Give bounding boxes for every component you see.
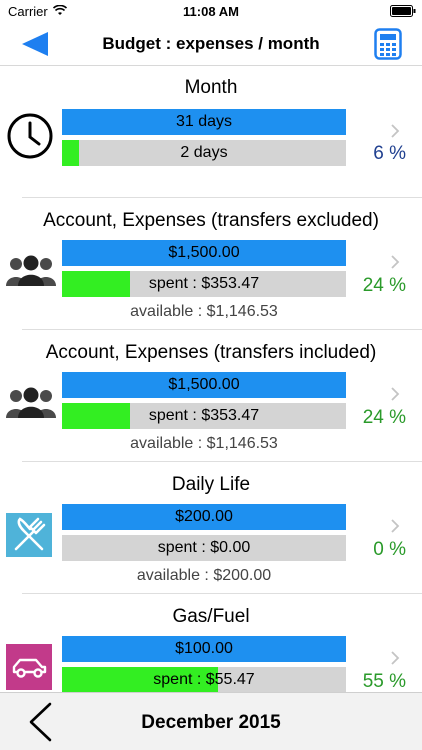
- percent-label: 55 %: [362, 671, 406, 692]
- chevron-right-icon: [391, 255, 400, 269]
- section-title: Month: [184, 77, 238, 98]
- clock-time: 11:08 AM: [183, 4, 239, 19]
- budget-row-daily-life[interactable]: Daily Life $200.00 spent : $0.00 availab…: [0, 462, 422, 594]
- section-title: Account, Expenses (transfers included): [45, 342, 377, 363]
- budget-row-month[interactable]: Month 31 days 2 days 6 %: [0, 67, 422, 198]
- spent-value: 2 days: [180, 144, 228, 161]
- status-bar: Carrier 11:08 AM: [0, 0, 422, 22]
- spent-value: spent : $0.00: [157, 539, 251, 556]
- chevron-right-icon: [391, 651, 400, 665]
- available-amount: available : $1,146.53: [130, 303, 278, 320]
- chevron-right-icon: [391, 124, 400, 138]
- budget-total-bar: $1,500.00: [62, 240, 346, 266]
- section-title: Gas/Fuel: [172, 606, 250, 627]
- section-title: Account, Expenses (transfers excluded): [43, 210, 379, 231]
- percent-label: 24 %: [362, 407, 406, 428]
- calculator-icon[interactable]: [374, 28, 402, 60]
- spent-progress-bar: spent : $0.00: [62, 535, 346, 561]
- spent-value: spent : $353.47: [148, 407, 260, 424]
- spent-progress-bar: 2 days: [62, 140, 346, 166]
- budget-total-bar: $200.00: [62, 504, 346, 530]
- budget-total-value: $1,500.00: [168, 376, 240, 393]
- spent-progress-bar: spent : $353.47: [62, 271, 346, 297]
- percent-label: 6 %: [373, 143, 406, 164]
- budget-total-value: 31 days: [175, 113, 233, 130]
- budget-row-expenses-included[interactable]: Account, Expenses (transfers included) $…: [0, 330, 422, 462]
- spent-value: spent : $55.47: [153, 671, 255, 688]
- budget-total-value: $1,500.00: [168, 244, 240, 261]
- current-month-label: December 2015: [141, 712, 281, 733]
- page-title: Budget : expenses / month: [102, 34, 320, 53]
- percent-label: 24 %: [362, 275, 406, 296]
- available-amount: available : $200.00: [136, 567, 272, 584]
- budget-row-gas-fuel[interactable]: Gas/Fuel $100.00 spent : $55.47 55 %: [0, 594, 422, 692]
- budget-total-bar: 31 days: [62, 109, 346, 135]
- budget-total-value: $200.00: [175, 508, 233, 525]
- budget-total-bar: $100.00: [62, 636, 346, 662]
- month-navigation-bar: December 2015: [0, 692, 422, 750]
- car-icon: [6, 644, 52, 690]
- chevron-right-icon: [391, 387, 400, 401]
- back-button[interactable]: [18, 30, 52, 58]
- budget-row-expenses-excluded[interactable]: Account, Expenses (transfers excluded) $…: [0, 198, 422, 330]
- spent-value: spent : $353.47: [148, 275, 260, 292]
- people-group-icon: [6, 387, 56, 418]
- spent-progress-bar: spent : $55.47: [62, 667, 346, 692]
- clock-icon: [7, 113, 53, 159]
- people-group-icon: [6, 255, 56, 286]
- progress-fill: [62, 403, 131, 429]
- budget-total-bar: $1,500.00: [62, 372, 346, 398]
- available-amount: available : $1,146.53: [130, 435, 278, 452]
- section-title: Daily Life: [171, 474, 251, 495]
- budget-total-value: $100.00: [175, 640, 233, 657]
- battery-icon: [390, 5, 416, 17]
- spent-progress-bar: spent : $353.47: [62, 403, 346, 429]
- fork-knife-icon: [6, 513, 52, 557]
- progress-fill: [62, 140, 80, 166]
- navigation-bar: Budget : expenses / month: [0, 22, 422, 66]
- progress-fill: [62, 271, 131, 297]
- percent-label: 0 %: [373, 539, 406, 560]
- chevron-right-icon: [391, 519, 400, 533]
- budget-list: Month 31 days 2 days 6 % Account, Expens…: [0, 67, 422, 692]
